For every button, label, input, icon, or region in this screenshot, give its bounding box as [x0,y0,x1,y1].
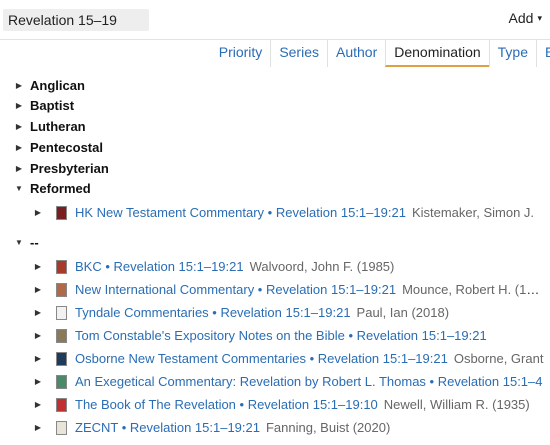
resource-text: An Exegetical Commentary: Revelation by … [75,372,544,392]
group-label: Reformed [30,181,91,196]
resource-title[interactable]: Tom Constable's Expository Notes on the … [75,328,487,343]
sort-tab-bar: Priority Series Author Denomination Type… [0,40,550,67]
resource-author: Kistemaker, Simon J. [411,205,535,220]
book-icon [56,375,67,389]
book-icon [56,283,67,297]
resource-text: Tyndale Commentaries • Revelation 15:1–1… [75,303,544,323]
resource-text: HK New Testament Commentary • Revelation… [75,203,544,223]
tab-truncated[interactable]: Er [536,40,550,67]
resource-author: Osborne, Grant [453,351,544,366]
resource-text: ZECNT • Revelation 15:1–19:21 Fanning, Bu… [75,418,544,438]
book-icon [56,206,67,220]
collapse-arrow-icon[interactable]: ▼ [14,233,24,253]
chevron-down-icon: ▾ [537,13,542,23]
expand-arrow-icon[interactable]: ▶ [14,159,24,179]
expand-arrow-icon[interactable]: ▶ [33,418,43,438]
expand-arrow-icon[interactable]: ▶ [33,372,43,392]
resource-item[interactable]: ▶ ZECNT • Revelation 15:1–19:21 Fanning, … [0,418,550,438]
expand-arrow-icon[interactable]: ▶ [33,280,43,300]
resource-text: Tom Constable's Expository Notes on the … [75,326,544,346]
resource-item[interactable]: ▶ HK New Testament Commentary • Revelati… [0,203,550,223]
resource-author: Paul, Ian (2018) [356,305,450,320]
group-label: Pentecostal [30,140,103,155]
tab-type[interactable]: Type [488,40,536,67]
expand-arrow-icon[interactable]: ▶ [33,326,43,346]
resource-item[interactable]: ▶ Tom Constable's Expository Notes on th… [0,326,550,346]
resource-item[interactable]: ▶ New International Commentary • Revelat… [0,280,550,300]
tree-group-pentecostal[interactable]: ▶ Pentecostal [0,138,200,158]
tabs: Priority Series Author Denomination Type… [211,40,550,67]
group-label: Presbyterian [30,161,109,176]
tab-author[interactable]: Author [327,40,385,67]
expand-arrow-icon[interactable]: ▶ [14,96,24,116]
resource-author: Fanning, Buist (2020) [265,420,391,435]
reference-input[interactable]: Revelation 15–19 [3,9,149,31]
add-button[interactable]: Add ▾ [509,10,542,26]
resource-item[interactable]: ▶ Tyndale Commentaries • Revelation 15:1… [0,303,550,323]
book-icon [56,329,67,343]
resource-title[interactable]: HK New Testament Commentary • Revelation… [75,205,406,220]
collapse-arrow-icon[interactable]: ▼ [14,179,24,199]
expand-arrow-icon[interactable]: ▶ [33,203,43,223]
resource-text: Osborne New Testament Commentaries • Rev… [75,349,544,369]
expand-arrow-icon[interactable]: ▶ [33,395,43,415]
group-label: Anglican [30,78,85,93]
resource-author: Walvoord, John F. (1985) [249,259,395,274]
book-icon [56,421,67,435]
tree-group-other[interactable]: ▼ -- [0,233,200,253]
resource-item[interactable]: ▶ An Exegetical Commentary: Revelation b… [0,372,550,392]
resource-text: The Book of The Revelation • Revelation … [75,395,544,415]
add-button-label: Add [508,10,534,26]
tree-group-lutheran[interactable]: ▶ Lutheran [0,117,200,137]
expand-arrow-icon[interactable]: ▶ [14,138,24,158]
tree-group-anglican[interactable]: ▶ Anglican [0,76,200,96]
resource-text: New International Commentary • Revelatio… [75,280,544,300]
expand-arrow-icon[interactable]: ▶ [33,349,43,369]
resource-item[interactable]: ▶ The Book of The Revelation • Revelatio… [0,395,550,415]
resource-title[interactable]: BKC • Revelation 15:1–19:21 [75,259,244,274]
resource-title[interactable]: New International Commentary • Revelatio… [75,282,396,297]
resource-item[interactable]: ▶ BKC • Revelation 15:1–19:21 Walvoord, J… [0,257,550,277]
expand-arrow-icon[interactable]: ▶ [14,76,24,96]
tree-group-presbyterian[interactable]: ▶ Presbyterian [0,159,200,179]
group-label: Lutheran [30,119,86,134]
book-icon [56,260,67,274]
resource-title[interactable]: The Book of The Revelation • Revelation … [75,397,378,412]
tab-denomination[interactable]: Denomination [385,40,489,67]
resource-author: Newell, William R. (1935) [383,397,530,412]
resource-title[interactable]: Osborne New Testament Commentaries • Rev… [75,351,448,366]
tree-group-baptist[interactable]: ▶ Baptist [0,96,200,116]
tab-series[interactable]: Series [270,40,327,67]
group-label: -- [30,235,39,250]
tree-group-reformed[interactable]: ▼ Reformed [0,179,200,199]
book-icon [56,398,67,412]
expand-arrow-icon[interactable]: ▶ [14,117,24,137]
top-bar: Revelation 15–19 Add ▾ [0,0,550,40]
resource-title[interactable]: ZECNT • Revelation 15:1–19:21 [75,420,260,435]
resource-text: BKC • Revelation 15:1–19:21 Walvoord, Joh… [75,257,544,277]
resource-author: Mounce, Robert H. (1997) [402,282,544,297]
resource-title[interactable]: An Exegetical Commentary: Revelation by … [75,374,543,389]
resource-item[interactable]: ▶ Osborne New Testament Commentaries • R… [0,349,550,369]
expand-arrow-icon[interactable]: ▶ [33,303,43,323]
expand-arrow-icon[interactable]: ▶ [33,257,43,277]
book-icon [56,306,67,320]
group-label: Baptist [30,98,75,113]
resource-title[interactable]: Tyndale Commentaries • Revelation 15:1–1… [75,305,351,320]
book-icon [56,352,67,366]
tab-priority[interactable]: Priority [211,40,271,67]
